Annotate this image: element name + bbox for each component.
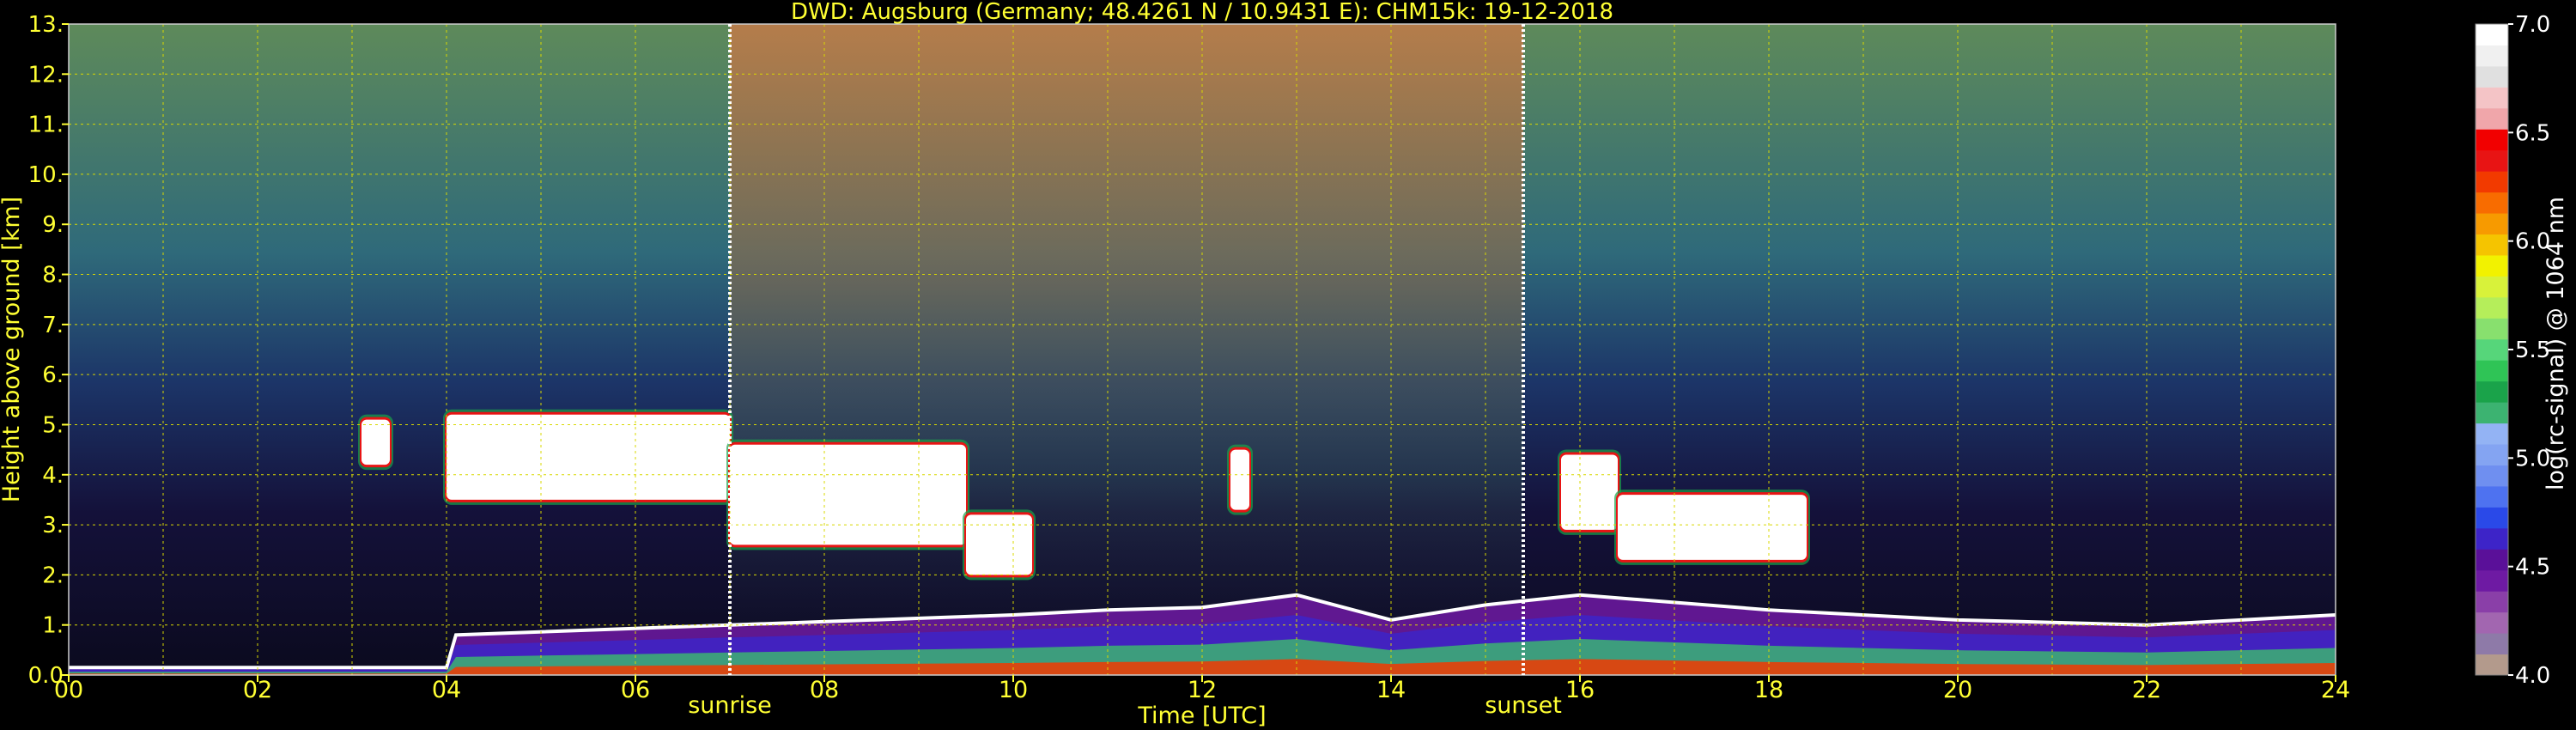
colorbar-segment <box>2476 107 2508 130</box>
y-tick-label: 3. <box>42 513 64 538</box>
colorbar-segment <box>2476 423 2508 445</box>
colorbar-segment <box>2476 654 2508 676</box>
colorbar-segment <box>2476 402 2508 424</box>
colorbar-segment <box>2476 380 2508 403</box>
cloud-layer <box>1618 495 1807 560</box>
colorbar-segment <box>2476 213 2508 235</box>
colorbar-segment <box>2476 129 2508 151</box>
x-tick-label: 08 <box>810 677 839 703</box>
y-tick-label: 7. <box>42 313 64 338</box>
colorbar-segment <box>2476 507 2508 529</box>
annotation-sunset: sunset <box>1485 692 1562 719</box>
colorbar-segment <box>2476 276 2508 298</box>
colorbar <box>2475 23 2509 676</box>
colorbar-segment <box>2476 296 2508 319</box>
colorbar-segment <box>2476 569 2508 592</box>
colorbar-tick-label: 4.0 <box>2515 663 2550 689</box>
colorbar-segment <box>2476 485 2508 508</box>
colorbar-segment <box>2476 360 2508 382</box>
cloud-layer <box>1561 454 1618 530</box>
x-tick-label: 18 <box>1754 677 1783 703</box>
colorbar-segment <box>2476 611 2508 634</box>
y-axis-label: Height above ground [km] <box>0 197 25 502</box>
y-tick-label: 8. <box>42 263 64 289</box>
colorbar-segment <box>2476 149 2508 172</box>
colorbar-segment <box>2476 234 2508 256</box>
colorbar-segment <box>2476 527 2508 550</box>
colorbar-segment <box>2476 192 2508 214</box>
colorbar-segment <box>2476 465 2508 487</box>
colorbar-tick-label: 7.0 <box>2515 12 2550 38</box>
colorbar-tick-label: 4.5 <box>2515 555 2550 581</box>
y-tick-label: 1. <box>42 613 64 639</box>
chart-title: DWD: Augsburg (Germany; 48.4261 N / 10.9… <box>791 0 1613 25</box>
y-tick-label: 4. <box>42 463 64 489</box>
x-axis-label: Time [UTC] <box>1137 703 1266 729</box>
cloud-layer <box>447 414 730 500</box>
daylight-background <box>730 24 1523 675</box>
y-tick-label: 2. <box>42 563 64 588</box>
x-tick-label: 10 <box>999 677 1028 703</box>
x-tick-label: 22 <box>2132 677 2161 703</box>
colorbar-segment <box>2476 45 2508 67</box>
colorbar-segment <box>2476 591 2508 613</box>
x-tick-label: 24 <box>2321 677 2350 703</box>
ceilometer-chart: sunrise sunset 00 02 04 06 08 10 12 14 16 18 20 22 24… <box>0 0 2569 729</box>
x-tick-label: 04 <box>432 677 461 703</box>
x-tick-label: 16 <box>1565 677 1595 703</box>
colorbar-segment <box>2476 87 2508 109</box>
cloud-layer <box>1230 449 1249 510</box>
colorbar-segment <box>2476 338 2508 361</box>
colorbar-segment <box>2476 549 2508 571</box>
colorbar-segment <box>2476 318 2508 340</box>
colorbar-label: log(rc-signal) @ 1064 nm <box>2543 197 2569 490</box>
colorbar-segment <box>2476 633 2508 655</box>
y-tick-label: 13. <box>28 12 64 38</box>
annotation-sunrise: sunrise <box>688 692 772 719</box>
colorbar-segment <box>2476 444 2508 465</box>
y-tick-label: 5. <box>42 412 64 438</box>
colorbar-tick-label: 6.5 <box>2515 120 2550 146</box>
colorbar-segment <box>2476 24 2508 46</box>
cloud-layer <box>966 514 1032 575</box>
colorbar-segment <box>2476 254 2508 277</box>
x-tick-label: 14 <box>1376 677 1406 703</box>
x-tick-label: 06 <box>621 677 650 703</box>
x-tick-label: 02 <box>243 677 272 703</box>
y-tick-label: 9. <box>42 212 64 238</box>
cloud-layer <box>361 419 390 465</box>
y-tick-label: 0.0 <box>28 663 64 689</box>
cloud-layer <box>730 444 966 545</box>
colorbar-segment <box>2476 171 2508 193</box>
y-tick-label: 10. <box>28 162 64 188</box>
y-tick-label: 12. <box>28 62 64 88</box>
colorbar-segment <box>2476 65 2508 88</box>
y-tick-label: 6. <box>42 362 64 388</box>
x-tick-label: 12 <box>1188 677 1217 703</box>
x-tick-label: 20 <box>1943 677 1972 703</box>
y-tick-label: 11. <box>28 113 64 138</box>
